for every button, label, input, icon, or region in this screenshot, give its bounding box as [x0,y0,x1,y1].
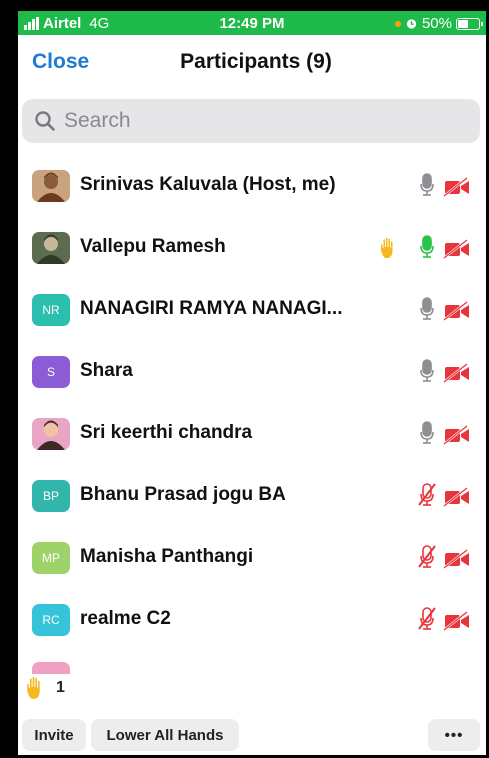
avatar: RC [32,604,70,636]
microphone-icon[interactable] [418,420,436,451]
search-input[interactable] [64,109,444,133]
battery-icon [456,17,483,30]
participant-name: Manisha Panthangi [80,546,254,567]
microphone-muted-icon[interactable] [418,544,436,575]
microphone-icon[interactable] [418,358,436,389]
avatar: NR [32,294,70,326]
zoom-participants-screen: Airtel 4G 12:49 PM 50% Close Participant… [18,11,486,755]
battery-percent: 50% [421,15,452,32]
status-bar: Airtel 4G 12:49 PM 50% [18,11,486,35]
alarm-icon [406,19,417,29]
raise-hand-icon [378,235,402,266]
participant-name: Shara [80,360,133,381]
participant-row[interactable]: Sri keerthi chandra [18,403,486,465]
participant-name: Vallepu Ramesh [80,236,226,257]
participant-name: realme C2 [80,608,171,629]
video-off-icon[interactable] [443,425,471,450]
invite-button[interactable]: Invite [22,719,86,751]
lower-all-hands-button[interactable]: Lower All Hands [91,719,239,751]
microphone-icon[interactable] [418,172,436,203]
avatar: MP [32,542,70,574]
participant-row[interactable]: Srinivas Kaluvala (Host, me) [18,155,486,217]
avatar-partial [32,662,70,674]
header: Close Participants (9) [18,35,486,91]
raise-hand-icon [27,676,40,699]
recording-dot-icon [394,20,401,27]
participant-name: NANAGIRI RAMYA NANAGI... [80,298,343,319]
participant-row[interactable]: RC realme C2 [18,589,486,651]
video-off-icon[interactable] [443,239,471,264]
avatar [32,418,70,450]
microphone-icon[interactable] [418,234,436,265]
raised-hands-count: 1 [56,679,65,696]
raised-hands-indicator: 1 [24,675,65,701]
avatar: S [32,356,70,388]
participants-list: Srinivas Kaluvala (Host, me) Vallepu Rame… [18,155,486,651]
search-icon [35,111,55,131]
search-bar[interactable] [22,99,480,143]
participant-row[interactable]: S Shara [18,341,486,403]
video-off-icon[interactable] [443,487,471,512]
video-off-icon[interactable] [443,177,471,202]
microphone-icon[interactable] [418,296,436,327]
more-options-button[interactable]: ••• [428,719,480,751]
page-title: Participants (9) [180,50,332,73]
participant-row[interactable]: MP Manisha Panthangi [18,527,486,589]
participant-name: Bhanu Prasad jogu BA [80,484,286,505]
avatar: BP [32,480,70,512]
microphone-muted-icon[interactable] [418,606,436,637]
participant-row[interactable]: BP Bhanu Prasad jogu BA [18,465,486,527]
avatar [32,232,70,264]
video-off-icon[interactable] [443,611,471,636]
video-off-icon[interactable] [443,549,471,574]
participant-row[interactable]: NR NANAGIRI RAMYA NANAGI... [18,279,486,341]
participant-row[interactable]: Vallepu Ramesh [18,217,486,279]
avatar [32,170,70,202]
microphone-muted-icon[interactable] [418,482,436,513]
video-off-icon[interactable] [443,363,471,388]
participant-name: Sri keerthi chandra [80,422,253,443]
video-off-icon[interactable] [443,301,471,326]
participant-name: Srinivas Kaluvala (Host, me) [80,174,336,195]
